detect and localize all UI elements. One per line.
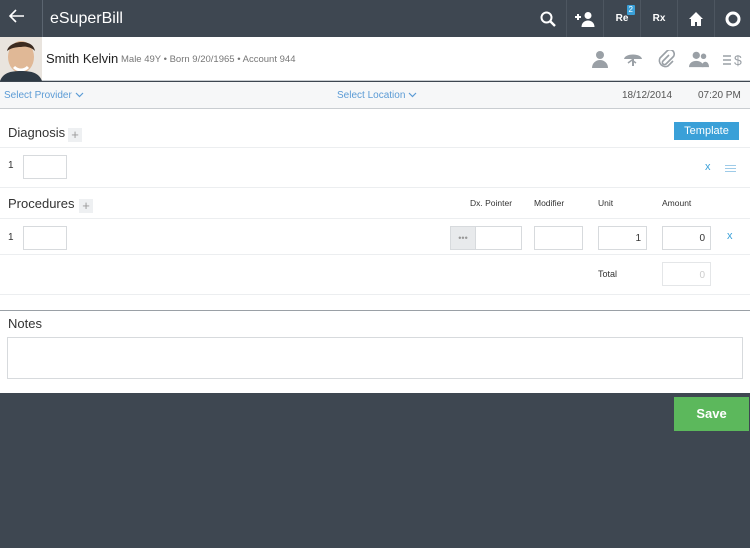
- reports-icon[interactable]: Re 2: [603, 0, 640, 37]
- reorder-handle-icon[interactable]: [725, 165, 736, 172]
- profile-icon[interactable]: [590, 49, 610, 69]
- home-icon[interactable]: [677, 0, 714, 37]
- divider: [0, 310, 750, 311]
- search-icon[interactable]: [529, 0, 566, 37]
- billing-icon[interactable]: $: [722, 49, 742, 69]
- row-divider: [0, 254, 750, 255]
- rx-label: Rx: [652, 13, 666, 24]
- add-diagnosis-button[interactable]: +: [68, 128, 82, 142]
- select-location-dropdown[interactable]: Select Location: [337, 90, 417, 101]
- unit-header: Unit: [598, 198, 614, 208]
- add-procedure-button[interactable]: +: [79, 199, 93, 213]
- rx-icon[interactable]: Rx: [640, 0, 677, 37]
- diagnosis-row: 1 x: [0, 147, 750, 188]
- dx-pointer-picker[interactable]: •••: [450, 226, 476, 250]
- settings-icon[interactable]: [714, 0, 750, 37]
- modifier-input[interactable]: [534, 226, 583, 250]
- dx-pointer-input[interactable]: [475, 226, 522, 250]
- patient-born: Born 9/20/1965: [169, 54, 235, 65]
- visit-time[interactable]: 07:20 PM: [698, 90, 741, 101]
- notes-title: Notes: [8, 316, 42, 331]
- template-button[interactable]: Template: [674, 122, 739, 140]
- add-user-icon[interactable]: [566, 0, 603, 37]
- patient-gender-age: Male 49Y: [121, 54, 161, 65]
- superbill-form: Diagnosis + Template 1 x Procedures + Dx…: [0, 109, 750, 393]
- toolbar: Re 2 Rx: [529, 0, 750, 37]
- top-bar: eSuperBill Re 2 Rx: [0, 0, 750, 37]
- diagnosis-title: Diagnosis: [8, 125, 66, 140]
- total-value: 0: [662, 262, 711, 286]
- amount-header: Amount: [662, 198, 692, 208]
- app-title: eSuperBill: [42, 0, 123, 37]
- procedure-row-number: 1: [8, 232, 14, 243]
- reports-badge: 2: [626, 5, 635, 15]
- modifier-header: Modifier: [534, 198, 565, 208]
- back-arrow-icon[interactable]: [8, 7, 32, 29]
- amount-input[interactable]: 0: [662, 226, 711, 250]
- family-icon[interactable]: [689, 49, 709, 69]
- selector-bar: Select Provider Select Location 18/12/20…: [0, 82, 750, 109]
- select-provider-dropdown[interactable]: Select Provider: [4, 90, 84, 101]
- select-provider-label: Select Provider: [4, 90, 72, 101]
- patient-name: Smith Kelvin: [46, 51, 119, 66]
- patient-actions: $: [590, 49, 742, 69]
- patient-account: Account 944: [242, 54, 296, 65]
- patient-avatar: [0, 37, 42, 81]
- visit-date[interactable]: 18/12/2014: [622, 90, 672, 101]
- total-label: Total: [598, 269, 618, 279]
- insurance-umbrella-icon[interactable]: [623, 49, 643, 69]
- patient-meta: Male 49Y • Born 9/20/1965 • Account 944: [121, 54, 295, 65]
- patient-bar: Smith Kelvin Male 49Y • Born 9/20/1965 •…: [0, 37, 750, 81]
- procedure-code-input[interactable]: [23, 226, 67, 250]
- chevron-down-icon: [75, 92, 84, 98]
- procedures-title: Procedures: [8, 196, 75, 211]
- svg-text:$: $: [734, 52, 742, 68]
- remove-procedure-button[interactable]: x: [727, 230, 733, 242]
- remove-diagnosis-button[interactable]: x: [705, 161, 711, 173]
- select-location-label: Select Location: [337, 90, 406, 101]
- notes-textarea[interactable]: [7, 337, 743, 379]
- unit-input[interactable]: 1: [598, 226, 647, 250]
- attachment-icon[interactable]: [656, 49, 676, 69]
- dx-pointer-header: Dx. Pointer: [470, 198, 513, 208]
- save-button[interactable]: Save: [674, 397, 749, 431]
- diagnosis-code-input[interactable]: [23, 155, 67, 179]
- chevron-down-icon: [408, 92, 417, 98]
- diagnosis-row-number: 1: [8, 160, 14, 171]
